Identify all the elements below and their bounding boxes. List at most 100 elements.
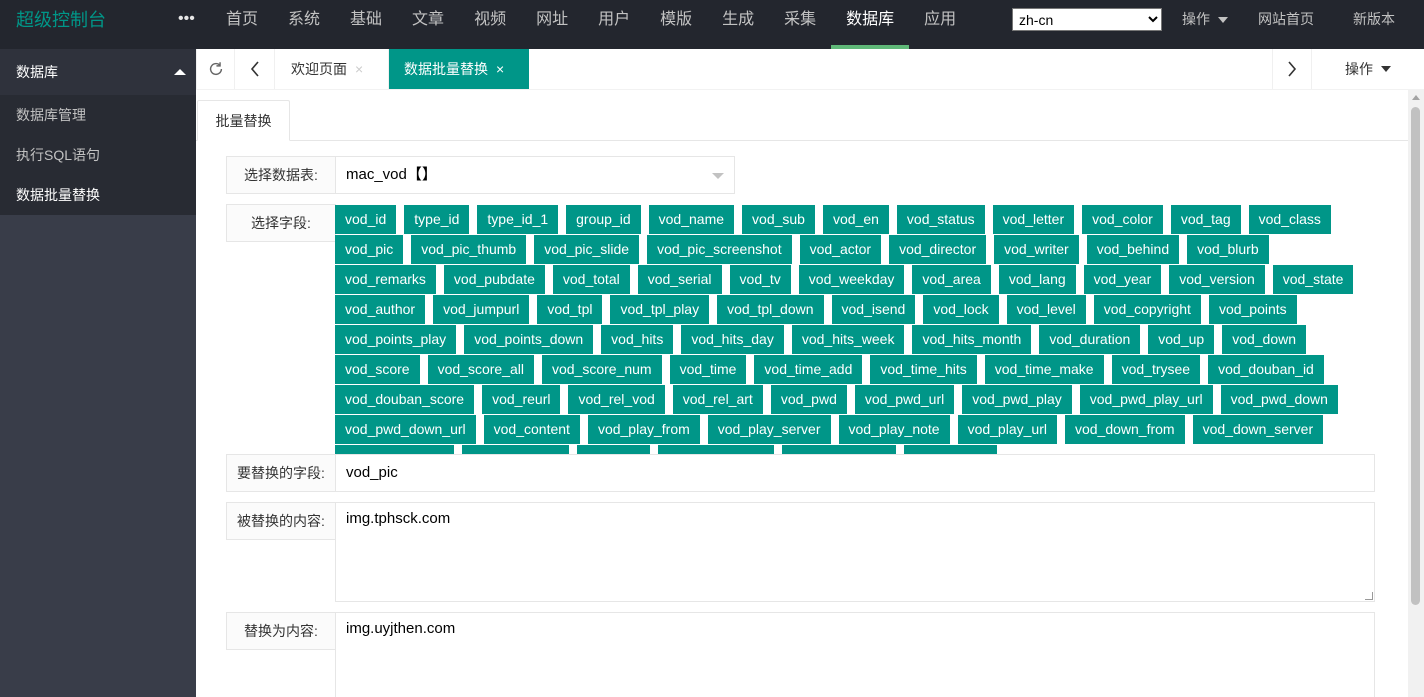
field-button[interactable]: group_id: [566, 205, 641, 234]
tab-next-button[interactable]: [1272, 49, 1312, 89]
field-button[interactable]: vod_writer: [994, 235, 1079, 264]
scroll-up-arrow-icon[interactable]: [1412, 95, 1420, 100]
language-select[interactable]: zh-cn: [1012, 8, 1162, 31]
nav-item-4[interactable]: 视频: [459, 0, 521, 49]
field-button[interactable]: vod_pwd_url: [854, 385, 955, 414]
sidebar-item-db-manage[interactable]: 数据库管理: [0, 95, 196, 135]
field-button[interactable]: vod_play_note: [838, 415, 950, 444]
field-button[interactable]: vod_director: [889, 235, 987, 264]
field-button[interactable]: vod_pic_thumb: [411, 235, 527, 264]
nav-item-6[interactable]: 用户: [583, 0, 645, 49]
nav-item-2[interactable]: 基础: [335, 0, 397, 49]
field-button[interactable]: vod_pwd_play: [962, 385, 1072, 414]
field-button[interactable]: vod_play_url: [957, 415, 1057, 444]
field-button[interactable]: vod_area: [912, 265, 991, 294]
field-button[interactable]: vod_pwd_play_url: [1079, 385, 1213, 414]
field-button[interactable]: vod_time_hits: [870, 355, 977, 384]
tab-batch-replace[interactable]: 数据批量替换 ×: [389, 49, 529, 89]
tab-operations-menu[interactable]: 操作: [1312, 49, 1424, 89]
field-button[interactable]: vod_tpl_play: [610, 295, 710, 324]
field-button[interactable]: vod_score: [335, 355, 420, 384]
field-button[interactable]: type_id: [404, 205, 470, 234]
close-icon[interactable]: ×: [355, 61, 363, 77]
sidebar-item-batch-replace[interactable]: 数据批量替换: [0, 175, 196, 215]
sidebar-item-exec-sql[interactable]: 执行SQL语句: [0, 135, 196, 175]
tab-welcome[interactable]: 欢迎页面 ×: [276, 49, 389, 89]
refresh-button[interactable]: [196, 49, 235, 89]
field-button[interactable]: vod_down_from: [1064, 415, 1185, 444]
field-button[interactable]: vod_en: [822, 205, 889, 234]
field-button[interactable]: vod_trysee: [1111, 355, 1201, 384]
field-button[interactable]: vod_status: [896, 205, 985, 234]
field-button[interactable]: vod_pic: [335, 235, 404, 264]
field-button[interactable]: vod_time_add: [754, 355, 863, 384]
field-button[interactable]: vod_year: [1083, 265, 1162, 294]
new-version-link[interactable]: 新版本: [1353, 0, 1395, 38]
field-button[interactable]: vod_tpl: [537, 295, 603, 324]
field-button[interactable]: vod_color: [1082, 205, 1163, 234]
field-button[interactable]: vod_tv: [729, 265, 791, 294]
nav-item-8[interactable]: 生成: [707, 0, 769, 49]
field-button[interactable]: vod_hits: [601, 325, 674, 354]
logo[interactable]: 超级控制台: [16, 0, 106, 42]
field-button[interactable]: vod_down_server: [1192, 415, 1324, 444]
field-button[interactable]: vod_actor: [799, 235, 882, 264]
field-button[interactable]: vod_state: [1272, 265, 1354, 294]
field-button[interactable]: vod_version: [1169, 265, 1265, 294]
field-button[interactable]: vod_behind: [1086, 235, 1180, 264]
field-button[interactable]: vod_rel_art: [672, 385, 763, 414]
field-button[interactable]: vod_reurl: [482, 385, 561, 414]
field-button[interactable]: vod_play_server: [707, 415, 831, 444]
find-textarea[interactable]: img.tphsck.com: [335, 502, 1375, 602]
field-button[interactable]: vod_level: [1006, 295, 1086, 324]
nav-item-11[interactable]: 应用: [909, 0, 971, 49]
replace-textarea[interactable]: img.uyjthen.com: [335, 612, 1375, 697]
resize-handle-icon[interactable]: [1365, 592, 1373, 600]
nav-item-0[interactable]: 首页: [211, 0, 273, 49]
field-button[interactable]: vod_copyright: [1093, 295, 1201, 324]
nav-item-3[interactable]: 文章: [397, 0, 459, 49]
field-button[interactable]: vod_lock: [923, 295, 999, 324]
field-button[interactable]: vod_points_down: [464, 325, 594, 354]
replace-field-input[interactable]: vod_pic: [335, 454, 1375, 492]
field-button[interactable]: vod_author: [335, 295, 426, 324]
field-button[interactable]: vod_sub: [742, 205, 815, 234]
field-button[interactable]: vod_blurb: [1187, 235, 1269, 264]
field-button[interactable]: vod_id: [335, 205, 397, 234]
nav-item-10[interactable]: 数据库: [831, 0, 910, 49]
site-home-link[interactable]: 网站首页: [1258, 0, 1314, 38]
field-button[interactable]: type_id_1: [477, 205, 559, 234]
header-operations-menu[interactable]: 操作: [1182, 0, 1228, 38]
field-button[interactable]: vod_tag: [1170, 205, 1241, 234]
field-button[interactable]: vod_pic_slide: [534, 235, 640, 264]
field-button[interactable]: vod_pic_screenshot: [647, 235, 792, 264]
field-button[interactable]: vod_hits_month: [912, 325, 1032, 354]
field-button[interactable]: vod_content: [483, 415, 580, 444]
field-button[interactable]: vod_douban_score: [335, 385, 475, 414]
field-button[interactable]: vod_jumpurl: [433, 295, 530, 324]
field-button[interactable]: vod_duration: [1039, 325, 1141, 354]
field-button[interactable]: vod_score_num: [541, 355, 662, 384]
field-button[interactable]: vod_pwd_down_url: [335, 415, 476, 444]
nav-item-7[interactable]: 模版: [645, 0, 707, 49]
field-button[interactable]: vod_up: [1148, 325, 1215, 354]
field-button[interactable]: vod_weekday: [798, 265, 905, 294]
field-button[interactable]: vod_rel_vod: [568, 385, 665, 414]
field-button[interactable]: vod_serial: [637, 265, 722, 294]
field-button[interactable]: vod_isend: [831, 295, 916, 324]
sidebar-group-database[interactable]: 数据库: [0, 49, 196, 95]
field-button[interactable]: vod_tpl_down: [717, 295, 824, 324]
field-button[interactable]: vod_pubdate: [443, 265, 545, 294]
tab-prev-button[interactable]: [235, 49, 275, 89]
field-button[interactable]: vod_down: [1222, 325, 1307, 354]
field-button[interactable]: vod_points: [1208, 295, 1297, 324]
ellipsis-icon[interactable]: •••: [178, 10, 195, 28]
scrollbar[interactable]: [1408, 90, 1424, 697]
field-button[interactable]: vod_total: [552, 265, 630, 294]
field-button[interactable]: vod_hits_week: [791, 325, 905, 354]
field-button[interactable]: vod_points_play: [335, 325, 457, 354]
field-button[interactable]: vod_douban_id: [1208, 355, 1324, 384]
field-button[interactable]: vod_class: [1248, 205, 1331, 234]
field-button[interactable]: vod_remarks: [335, 265, 436, 294]
field-button[interactable]: vod_pwd: [770, 385, 847, 414]
